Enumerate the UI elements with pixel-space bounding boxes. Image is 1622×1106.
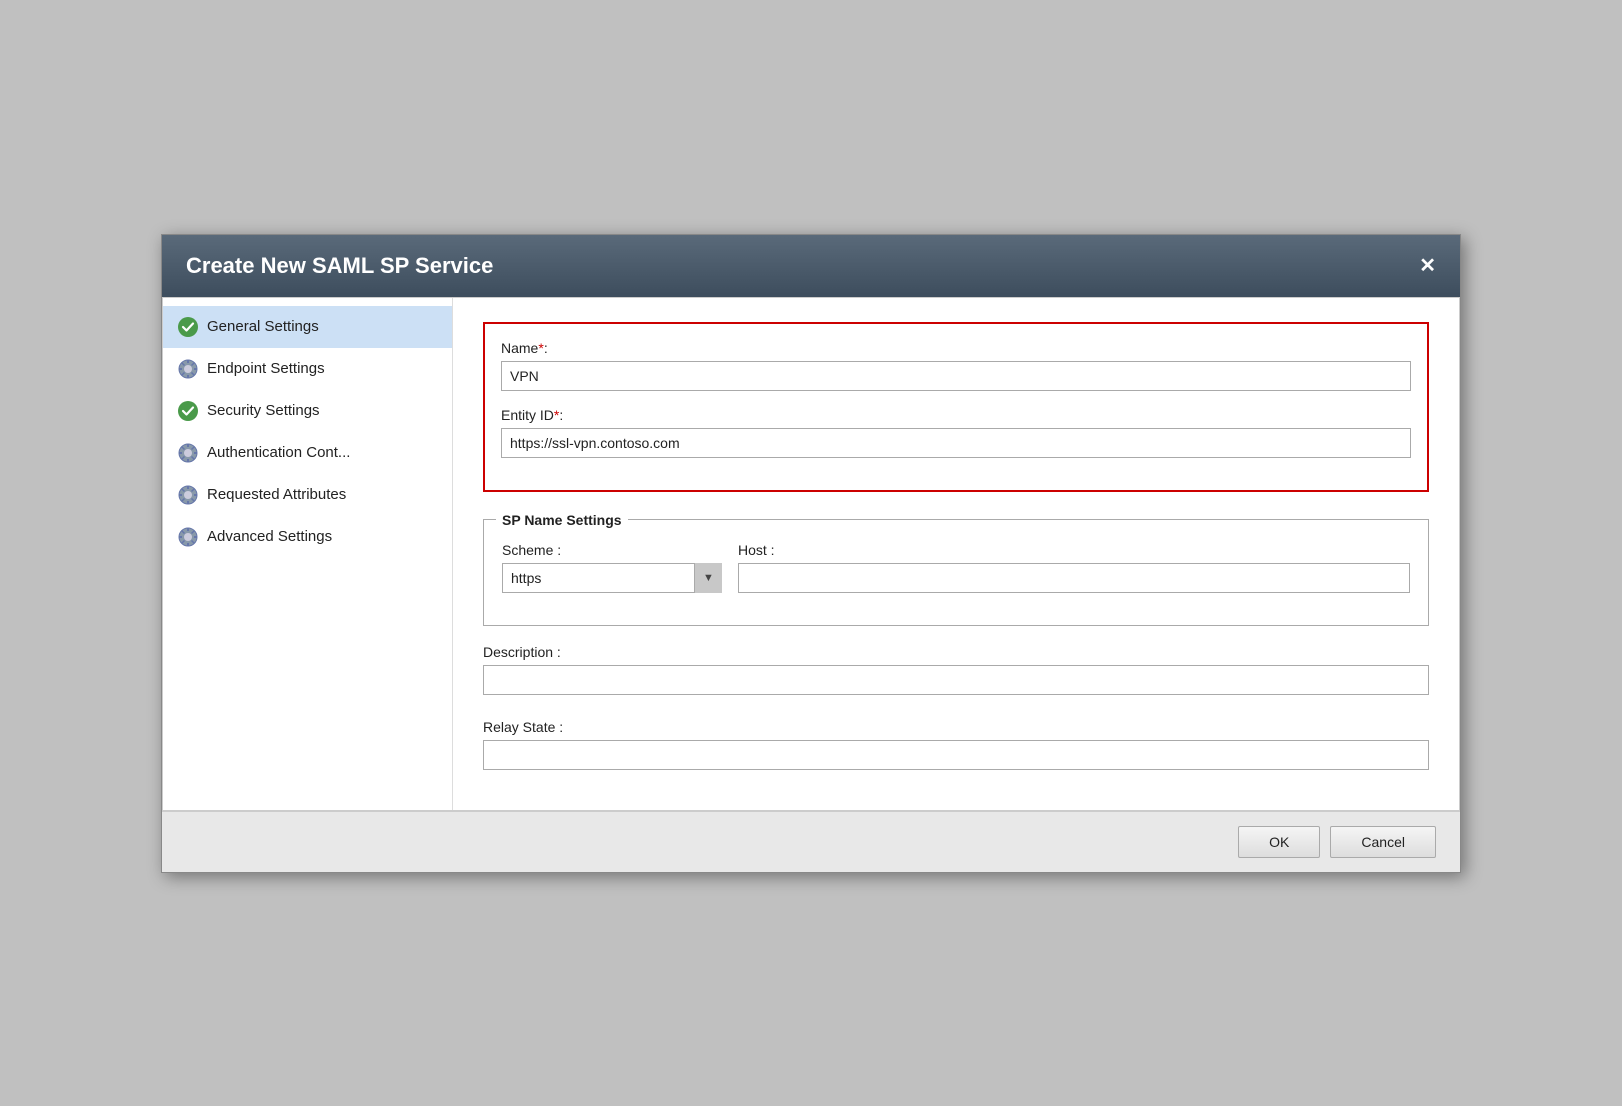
host-col: Host :	[738, 542, 1410, 593]
dialog-header: Create New SAML SP Service ✕	[162, 235, 1460, 297]
advanced-settings-icon	[177, 526, 199, 548]
requested-attributes-icon	[177, 484, 199, 506]
dialog-footer: OK Cancel	[162, 811, 1460, 872]
dialog-body: General Settings Endpoint Settings Secur…	[162, 297, 1460, 811]
main-content: Name*: Entity ID*: SP Name Settings	[453, 298, 1459, 810]
relay-state-input[interactable]	[483, 740, 1429, 770]
sidebar-label-endpoint-settings: Endpoint Settings	[207, 360, 325, 377]
description-input[interactable]	[483, 665, 1429, 695]
security-settings-icon	[177, 400, 199, 422]
scheme-label: Scheme :	[502, 542, 722, 558]
authentication-cont-icon	[177, 442, 199, 464]
general-settings-icon	[177, 316, 199, 338]
sidebar-label-advanced-settings: Advanced Settings	[207, 528, 332, 545]
ok-button[interactable]: OK	[1238, 826, 1320, 858]
scheme-select-wrapper: https http ▼	[502, 563, 722, 593]
cancel-button[interactable]: Cancel	[1330, 826, 1436, 858]
entity-id-input[interactable]	[501, 428, 1411, 458]
scheme-select[interactable]: https http	[502, 563, 722, 593]
sidebar-item-endpoint-settings[interactable]: Endpoint Settings	[163, 348, 452, 390]
sidebar-item-authentication-cont[interactable]: Authentication Cont...	[163, 432, 452, 474]
name-input[interactable]	[501, 361, 1411, 391]
sidebar-item-security-settings[interactable]: Security Settings	[163, 390, 452, 432]
sidebar-item-advanced-settings[interactable]: Advanced Settings	[163, 516, 452, 558]
description-field-group: Description :	[483, 644, 1429, 703]
close-button[interactable]: ✕	[1419, 256, 1436, 276]
relay-state-label: Relay State :	[483, 719, 1429, 735]
host-label: Host :	[738, 542, 1410, 558]
scheme-host-row: Scheme : https http ▼ Host :	[502, 542, 1410, 593]
create-saml-dialog: Create New SAML SP Service ✕ General Set…	[161, 234, 1461, 873]
sidebar: General Settings Endpoint Settings Secur…	[163, 298, 453, 810]
sp-name-settings-legend: SP Name Settings	[496, 512, 628, 528]
sp-name-settings-fieldset: SP Name Settings Scheme : https http ▼	[483, 512, 1429, 626]
sidebar-label-general-settings: General Settings	[207, 318, 319, 335]
description-label: Description :	[483, 644, 1429, 660]
endpoint-settings-icon	[177, 358, 199, 380]
name-label: Name*:	[501, 340, 1411, 356]
host-input[interactable]	[738, 563, 1410, 593]
sidebar-label-authentication-cont: Authentication Cont...	[207, 444, 350, 461]
required-fields-box: Name*: Entity ID*:	[483, 322, 1429, 492]
relay-state-field-group: Relay State :	[483, 719, 1429, 770]
sidebar-label-requested-attributes: Requested Attributes	[207, 486, 346, 503]
scheme-col: Scheme : https http ▼	[502, 542, 722, 593]
sidebar-item-requested-attributes[interactable]: Requested Attributes	[163, 474, 452, 516]
entity-id-field-group: Entity ID*:	[501, 407, 1411, 458]
sidebar-label-security-settings: Security Settings	[207, 402, 320, 419]
sidebar-item-general-settings[interactable]: General Settings	[163, 306, 452, 348]
entity-id-label: Entity ID*:	[501, 407, 1411, 423]
name-field-group: Name*:	[501, 340, 1411, 391]
dialog-title: Create New SAML SP Service	[186, 253, 493, 279]
